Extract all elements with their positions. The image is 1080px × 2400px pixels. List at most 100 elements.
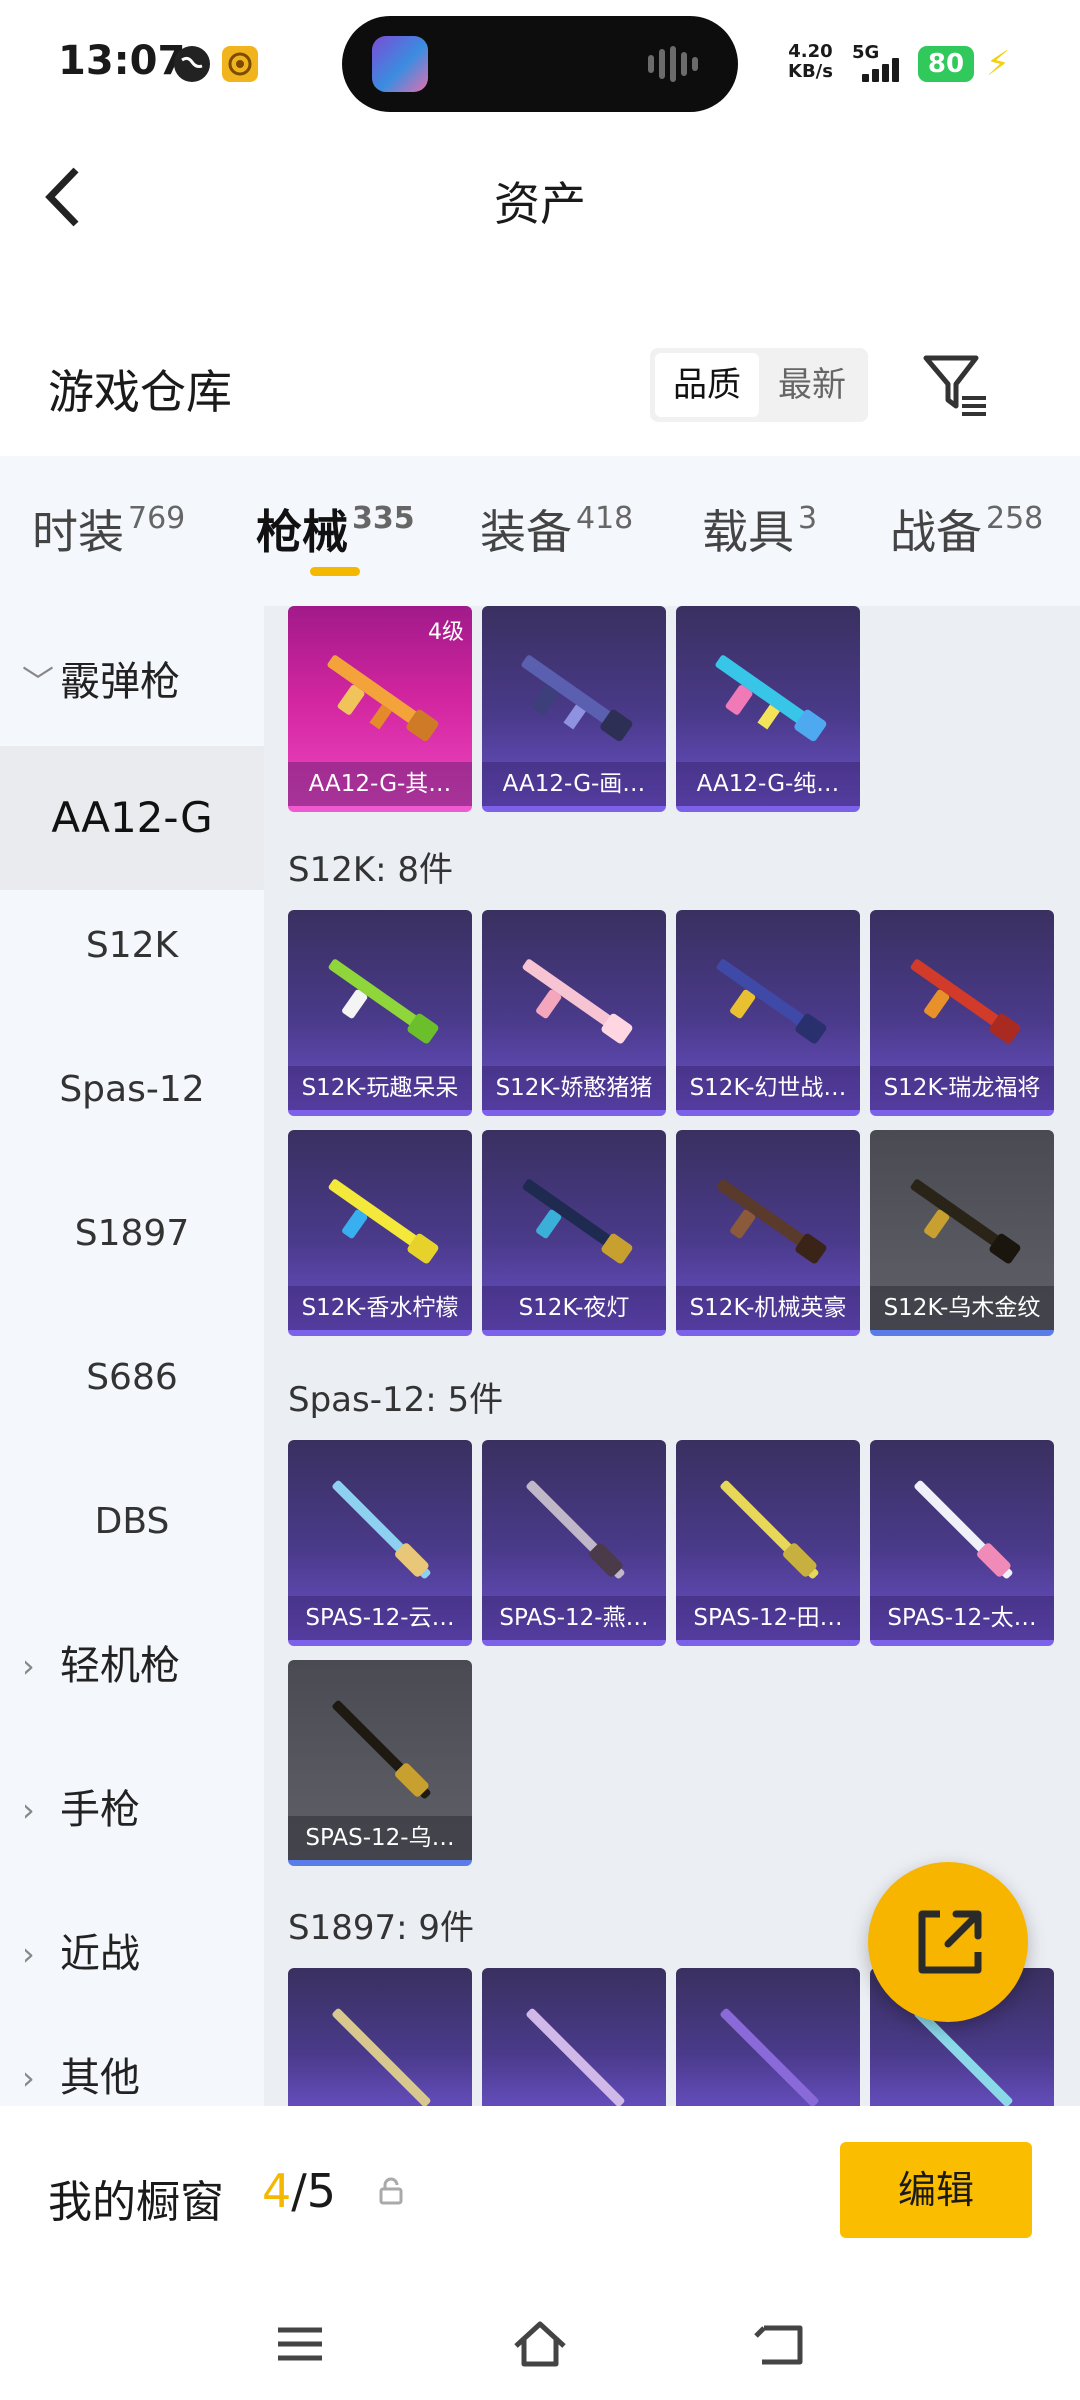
sidebar-group-pistol[interactable]: › 手枪 [0, 1770, 264, 1850]
weapon-card[interactable]: S12K-瑞龙福将 [870, 910, 1054, 1116]
status-time: 13:07 [58, 38, 186, 84]
dynamic-island[interactable] [342, 16, 738, 112]
warehouse-title: 游戏仓库 [48, 365, 232, 419]
rifle-icon [522, 959, 633, 1044]
battery-indicator: 80 [918, 46, 974, 82]
active-tab-indicator [310, 567, 360, 576]
sidebar-item-s686[interactable]: S686 [0, 1338, 264, 1418]
sort-quality-button[interactable]: 品质 [655, 353, 759, 417]
audio-wave-icon [648, 46, 708, 82]
rifle-icon [716, 959, 827, 1044]
tab-fashion[interactable]: 时装 769 [32, 496, 185, 562]
shotgun-icon [526, 1480, 625, 1579]
weapon-card[interactable]: SPAS-12-云… [288, 1440, 472, 1646]
filter-button[interactable] [920, 350, 990, 420]
rifle-icon [910, 1179, 1021, 1264]
weapon-name: S12K-乌木金纹 [870, 1286, 1054, 1330]
weapon-card[interactable]: SPAS-12-太… [870, 1440, 1054, 1646]
weapon-card[interactable]: S12K-香水柠檬 [288, 1130, 472, 1336]
weapon-name: S12K-夜灯 [482, 1286, 666, 1330]
sidebar-item-dbs[interactable]: DBS [0, 1482, 264, 1562]
rifle-icon [522, 1179, 633, 1264]
tab-supplies[interactable]: 战备 258 [890, 496, 1043, 562]
chevron-right-icon: › [22, 1647, 35, 1685]
weapon-card[interactable]: S12K-娇憨猪猪 [482, 910, 666, 1116]
weapon-card[interactable]: SPAS-12-乌… [288, 1660, 472, 1866]
shotgun-icon [332, 1700, 431, 1799]
chevron-down-icon: ﹀ [22, 663, 55, 701]
weapon-name: SPAS-12-田… [676, 1596, 860, 1640]
group-header-s12k: S12K: 8件 [288, 850, 454, 890]
weapon-card[interactable]: AA12-G-画… [482, 606, 666, 812]
signal-icon [862, 58, 906, 82]
tab-vehicles[interactable]: 载具 3 [702, 496, 817, 562]
group-header-s1897: S1897: 9件 [288, 1908, 475, 1948]
music-cover-icon [372, 36, 428, 92]
shotgun-icon [914, 1480, 1013, 1579]
weapon-card[interactable]: S12K-玩趣呆呆 [288, 910, 472, 1116]
weapon-name: AA12-G-纯… [676, 762, 860, 806]
menu-icon[interactable] [270, 2314, 330, 2374]
sort-toggle: 品质 最新 [650, 348, 868, 422]
network-speed: 4.20 KB/s [788, 41, 833, 82]
tab-weapons[interactable]: 枪械 335 [256, 496, 415, 562]
sort-latest-button[interactable]: 最新 [760, 353, 864, 417]
sidebar-item-spas12[interactable]: Spas-12 [0, 1050, 264, 1130]
weapon-card[interactable]: S12K-夜灯 [482, 1130, 666, 1336]
shotgun-icon [327, 655, 439, 742]
category-tabs: 时装 769 枪械 335 装备 418 载具 3 战备 258 [0, 456, 1080, 606]
back-nav-icon[interactable] [750, 2314, 810, 2374]
shotgun-icon [332, 1480, 431, 1579]
rifle-icon [716, 1179, 827, 1264]
weapon-card[interactable] [676, 1968, 860, 2106]
lock-icon [376, 2176, 406, 2206]
chevron-right-icon: › [22, 1791, 35, 1829]
showcase-count: 4/5 [262, 2164, 337, 2218]
home-icon[interactable] [510, 2314, 570, 2374]
shotgun-icon [715, 655, 827, 742]
showcase-label: 我的橱窗 [48, 2177, 224, 2228]
shotgun-icon [526, 2008, 625, 2106]
weapon-name: S12K-幻世战… [676, 1066, 860, 1110]
shotgun-icon [332, 2008, 431, 2106]
globe-icon [174, 46, 210, 82]
share-external-icon [918, 1910, 982, 1974]
tab-equipment[interactable]: 装备 418 [480, 496, 633, 562]
chevron-right-icon: › [22, 1935, 35, 1973]
sidebar-group-lmg[interactable]: › 轻机枪 [0, 1626, 264, 1706]
share-button[interactable] [868, 1862, 1028, 2022]
weapon-card[interactable] [288, 1968, 472, 2106]
weapon-card[interactable] [482, 1968, 666, 2106]
sidebar-group-shotgun[interactable]: ﹀ 霰弹枪 [0, 642, 264, 722]
weapon-name: S12K-机械英豪 [676, 1286, 860, 1330]
weapon-name: S12K-香水柠檬 [288, 1286, 472, 1330]
sidebar-item-s1897[interactable]: S1897 [0, 1194, 264, 1274]
weapon-name: AA12-G-画… [482, 762, 666, 806]
sidebar-item-s12k[interactable]: S12K [0, 906, 264, 986]
weapon-card[interactable]: SPAS-12-燕… [482, 1440, 666, 1646]
rifle-icon [328, 959, 439, 1044]
weapon-card[interactable]: S12K-幻世战… [676, 910, 860, 1116]
group-header-spas12: Spas-12: 5件 [288, 1380, 504, 1420]
sidebar-group-melee[interactable]: › 近战 [0, 1914, 264, 1994]
weapon-name: S12K-瑞龙福将 [870, 1066, 1054, 1110]
weapon-card[interactable]: S12K-机械英豪 [676, 1130, 860, 1336]
weapon-card[interactable]: S12K-乌木金纹 [870, 1130, 1054, 1336]
weapon-name: S12K-娇憨猪猪 [482, 1066, 666, 1110]
sidebar-item-aa12g[interactable]: AA12-G [0, 746, 264, 890]
weapon-card[interactable]: AA12-G-纯… [676, 606, 860, 812]
weapon-card[interactable]: SPAS-12-田… [676, 1440, 860, 1646]
weapon-card[interactable]: 4级 AA12-G-其… [288, 606, 472, 812]
edit-button[interactable]: 编辑 [840, 2142, 1032, 2238]
charging-icon: ⚡ [986, 44, 1010, 84]
weapon-name: SPAS-12-太… [870, 1596, 1054, 1640]
shotgun-icon [720, 1480, 819, 1579]
weapon-name: S12K-玩趣呆呆 [288, 1066, 472, 1110]
filter-icon [923, 355, 986, 416]
weapon-name: AA12-G-其… [288, 762, 472, 806]
shotgun-icon [720, 2008, 819, 2106]
weapon-name: SPAS-12-燕… [482, 1596, 666, 1640]
app-notification-icon [222, 46, 258, 82]
weapon-name: SPAS-12-云… [288, 1596, 472, 1640]
weapon-name: SPAS-12-乌… [288, 1816, 472, 1860]
